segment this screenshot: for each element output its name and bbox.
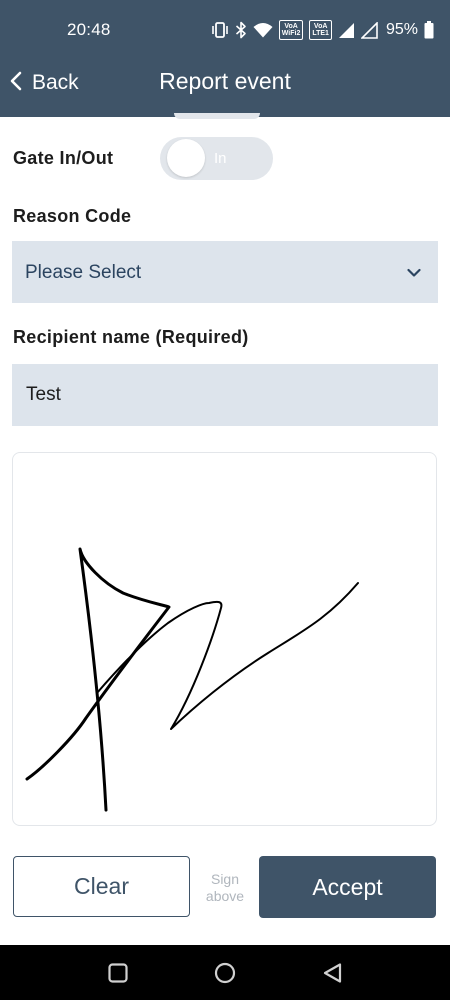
status-time: 20:48 [67, 20, 111, 39]
reason-code-label: Reason Code [13, 206, 132, 226]
toggle-text: In [214, 150, 227, 167]
toggle-knob [167, 139, 205, 177]
vibrate-icon [211, 22, 229, 38]
signal-roaming-icon [360, 21, 378, 39]
home-icon[interactable] [213, 961, 237, 985]
gate-label: Gate In/Out [13, 148, 114, 168]
reason-code-select[interactable]: Please Select [12, 241, 438, 303]
reason-code-value: Please Select [25, 262, 142, 283]
signature-stroke [25, 547, 359, 812]
recents-icon[interactable] [106, 961, 130, 985]
scrolled-toggle-remnant [174, 113, 260, 119]
signal-icon [338, 22, 355, 39]
battery-icon [424, 21, 434, 39]
signature-pad[interactable] [12, 452, 437, 826]
app-header: 20:48 VoA WiFi2 VoA LTE1 95% Back Report… [0, 0, 450, 117]
recipient-name-value: Test [26, 384, 61, 405]
recipient-name-label: Recipient name (Required) [13, 327, 249, 347]
back-triangle-icon[interactable] [321, 961, 345, 985]
bluetooth-icon [235, 21, 247, 39]
recipient-name-input[interactable]: Test [12, 364, 438, 426]
status-bar: 20:48 VoA WiFi2 VoA LTE1 95% [0, 0, 450, 58]
status-icons: VoA WiFi2 VoA LTE1 95% [211, 17, 434, 43]
wifi-icon [253, 22, 273, 38]
clear-button[interactable]: Clear [13, 856, 190, 917]
form-content[interactable]: Gate In/Out In Reason Code Please Select… [0, 113, 450, 945]
sign-above-hint: Sign above [205, 871, 245, 904]
system-nav-bar [0, 945, 450, 1000]
volte-lte-chip: VoA LTE1 [309, 20, 332, 40]
volte-wifi-chip: VoA WiFi2 [278, 20, 304, 40]
chevron-down-icon [407, 265, 421, 283]
accept-button[interactable]: Accept [259, 856, 436, 918]
battery-percent: 95% [385, 21, 418, 38]
page-title: Report event [159, 68, 291, 94]
